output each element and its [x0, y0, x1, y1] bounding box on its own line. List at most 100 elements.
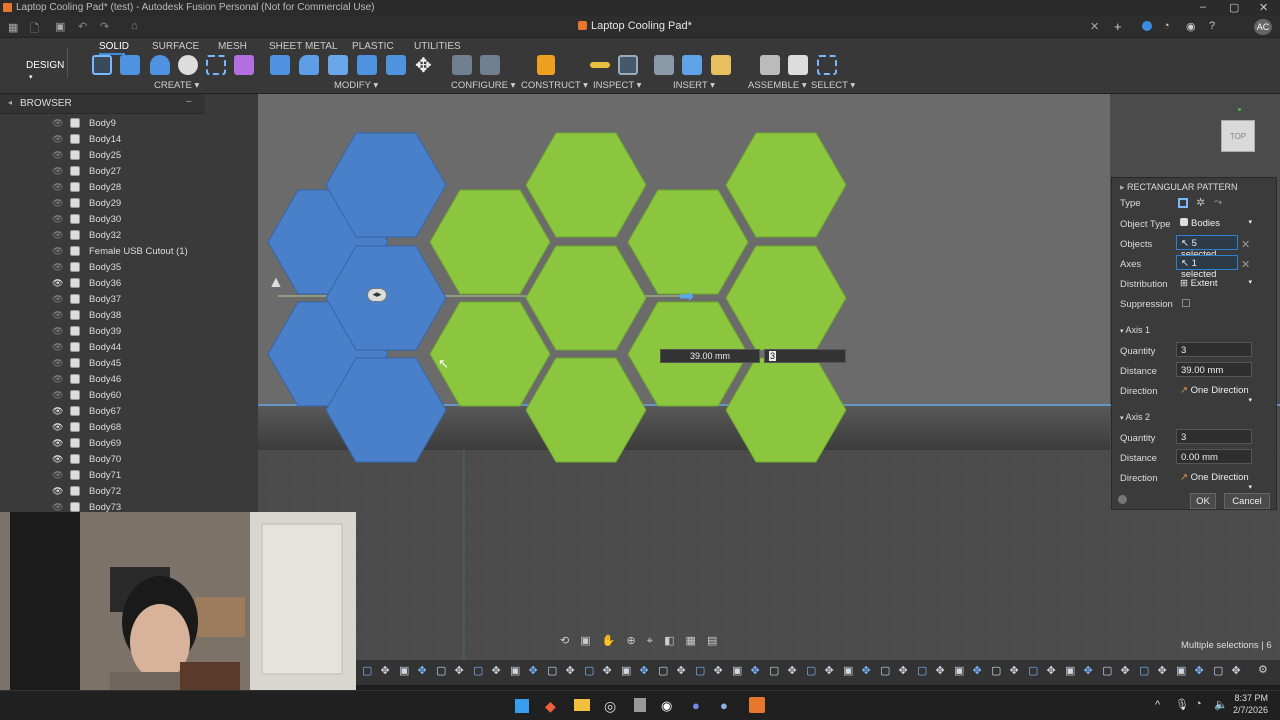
- pattern-preview-hexagon[interactable]: [525, 245, 647, 351]
- timeline-feature-icon[interactable]: ▢: [806, 664, 816, 677]
- insert-derive-icon[interactable]: [654, 55, 674, 75]
- timeline-feature-icon[interactable]: ▣: [399, 664, 409, 677]
- pattern-preview-hexagon[interactable]: [725, 245, 847, 351]
- type-path-icon[interactable]: ⤳: [1214, 197, 1222, 208]
- timeline-feature-icon[interactable]: ✥: [862, 664, 871, 677]
- tab-close-icon[interactable]: ✕: [1090, 20, 1099, 33]
- group-inspect[interactable]: INSPECT ▾: [593, 80, 641, 91]
- new-tab-icon[interactable]: +: [1114, 19, 1122, 34]
- browser-item[interactable]: 👁 Body25: [52, 148, 252, 164]
- timeline-feature-icon[interactable]: ▢: [1028, 664, 1038, 677]
- viewports-icon[interactable]: ▤: [707, 635, 717, 647]
- timeline-feature-icon[interactable]: ▣: [621, 664, 631, 677]
- timeline-feature-icon[interactable]: ✥: [455, 664, 464, 677]
- pattern-preview-hexagon[interactable]: [725, 132, 847, 238]
- visibility-eye-icon[interactable]: 👁: [52, 326, 64, 336]
- pattern-preview-hexagon[interactable]: [429, 189, 551, 295]
- press-pull-icon[interactable]: [270, 55, 290, 75]
- clear-axes-icon[interactable]: ✕: [1241, 258, 1250, 271]
- timeline-feature-icon[interactable]: ▢: [1102, 664, 1112, 677]
- browser-item[interactable]: 👁 Body29: [52, 196, 252, 212]
- browser-item[interactable]: 👁 Body68: [52, 420, 252, 436]
- visibility-eye-icon[interactable]: 👁: [52, 230, 64, 240]
- timeline-feature-icon[interactable]: ✥: [825, 664, 834, 677]
- info-icon[interactable]: [1118, 495, 1127, 504]
- timeline-feature-icon[interactable]: ✥: [1158, 664, 1167, 677]
- joint-icon[interactable]: [788, 55, 808, 75]
- chrome-icon[interactable]: ◎: [604, 698, 616, 715]
- split-body-icon[interactable]: [386, 55, 406, 75]
- visibility-eye-icon[interactable]: 👁: [52, 118, 64, 128]
- discord-icon[interactable]: ●: [692, 698, 700, 713]
- file-explorer-icon[interactable]: [574, 699, 590, 711]
- look-at-icon[interactable]: ▣: [580, 635, 590, 647]
- microphone-icon[interactable]: 🎙: [1175, 698, 1189, 711]
- timeline-feature-icon[interactable]: ▣: [954, 664, 964, 677]
- pattern-icon[interactable]: [206, 55, 226, 75]
- browser-item[interactable]: 👁 Body28: [52, 180, 252, 196]
- visibility-eye-icon[interactable]: 👁: [52, 246, 64, 256]
- notifications-icon[interactable]: ◉: [1186, 20, 1196, 33]
- visibility-eye-icon[interactable]: 👁: [52, 486, 64, 496]
- timeline-feature-icon[interactable]: ✥: [677, 664, 686, 677]
- timeline-feature-icon[interactable]: ▢: [695, 664, 705, 677]
- display-settings-icon[interactable]: ◧: [664, 635, 674, 647]
- browser-item[interactable]: 👁 Body46: [52, 372, 252, 388]
- browser-item[interactable]: 👁 Body14: [52, 132, 252, 148]
- volume-icon[interactable]: 🔈: [1214, 698, 1228, 711]
- grid-menu-icon[interactable]: ▦: [8, 21, 18, 34]
- minimize-icon[interactable]: –: [1200, 1, 1206, 13]
- workspace-switcher[interactable]: DESIGN ▾: [8, 48, 68, 81]
- group-construct[interactable]: CONSTRUCT ▾: [521, 80, 588, 91]
- object-type-select[interactable]: Bodies ▾: [1176, 216, 1256, 231]
- tab-utilities[interactable]: UTILITIES: [414, 41, 461, 52]
- create-sketch-icon[interactable]: [92, 55, 112, 75]
- timeline-feature-icon[interactable]: ✥: [1232, 664, 1241, 677]
- axis2-distance-input[interactable]: 0.00 mm: [1176, 449, 1252, 464]
- fit-icon[interactable]: ⌖: [647, 635, 653, 647]
- type-rectangular-icon[interactable]: [1178, 198, 1188, 208]
- interference-icon[interactable]: [618, 55, 638, 75]
- redo-icon[interactable]: ↷: [100, 20, 109, 33]
- timeline-feature-icon[interactable]: ▣: [732, 664, 742, 677]
- timeline-feature-icon[interactable]: ✥: [566, 664, 575, 677]
- visibility-eye-icon[interactable]: 👁: [52, 390, 64, 400]
- select-icon[interactable]: [817, 55, 837, 75]
- revolve-icon[interactable]: [150, 55, 170, 75]
- tab-sheet-metal[interactable]: SHEET METAL: [269, 41, 338, 52]
- hole-icon[interactable]: [178, 55, 198, 75]
- timeline-settings-icon[interactable]: ⚙: [1258, 663, 1268, 676]
- visibility-eye-icon[interactable]: 👁: [52, 214, 64, 224]
- browser-item[interactable]: 👁 Body35: [52, 260, 252, 276]
- timeline-feature-icon[interactable]: ▢: [658, 664, 668, 677]
- dialog-collapse-icon[interactable]: ▸: [1120, 182, 1125, 192]
- visibility-eye-icon[interactable]: 👁: [52, 342, 64, 352]
- orbit-icon[interactable]: ⟲: [560, 635, 569, 647]
- axis1-header[interactable]: ▾ Axis 1: [1120, 325, 1150, 335]
- clock-date[interactable]: 2/7/2026: [1230, 705, 1268, 715]
- browser-item[interactable]: 👁 Body38: [52, 308, 252, 324]
- browser-item[interactable]: 👁 Body32: [52, 228, 252, 244]
- timeline-feature-icon[interactable]: ▣: [510, 664, 520, 677]
- pan-icon[interactable]: ✋: [602, 635, 616, 647]
- distance-input[interactable]: 39.00 mm: [660, 349, 760, 363]
- home-icon[interactable]: ⌂: [131, 20, 138, 32]
- visibility-eye-icon[interactable]: 👁: [52, 454, 64, 464]
- extensions-icon[interactable]: [1142, 21, 1152, 31]
- timeline-feature-icon[interactable]: ✥: [603, 664, 612, 677]
- group-create[interactable]: CREATE ▾: [154, 80, 199, 91]
- start-icon[interactable]: [515, 699, 529, 713]
- visibility-eye-icon[interactable]: 👁: [52, 406, 64, 416]
- zoom-icon[interactable]: ⊕: [627, 635, 636, 647]
- timeline-feature-icon[interactable]: ▢: [436, 664, 446, 677]
- document-tab[interactable]: Laptop Cooling Pad*: [591, 20, 692, 32]
- pattern-preview-hexagon[interactable]: [627, 189, 749, 295]
- maximize-icon[interactable]: ▢: [1229, 1, 1239, 14]
- visibility-eye-icon[interactable]: 👁: [52, 182, 64, 192]
- axis2-header[interactable]: ▾ Axis 2: [1120, 412, 1150, 422]
- axis1-direction-select[interactable]: ↗ One Direction ▾: [1176, 383, 1256, 404]
- timeline-feature-icon[interactable]: ✥: [381, 664, 390, 677]
- timeline-feature-icon[interactable]: ▢: [473, 664, 483, 677]
- help-icon[interactable]: ?: [1209, 20, 1215, 32]
- browser-item[interactable]: 👁 Body45: [52, 356, 252, 372]
